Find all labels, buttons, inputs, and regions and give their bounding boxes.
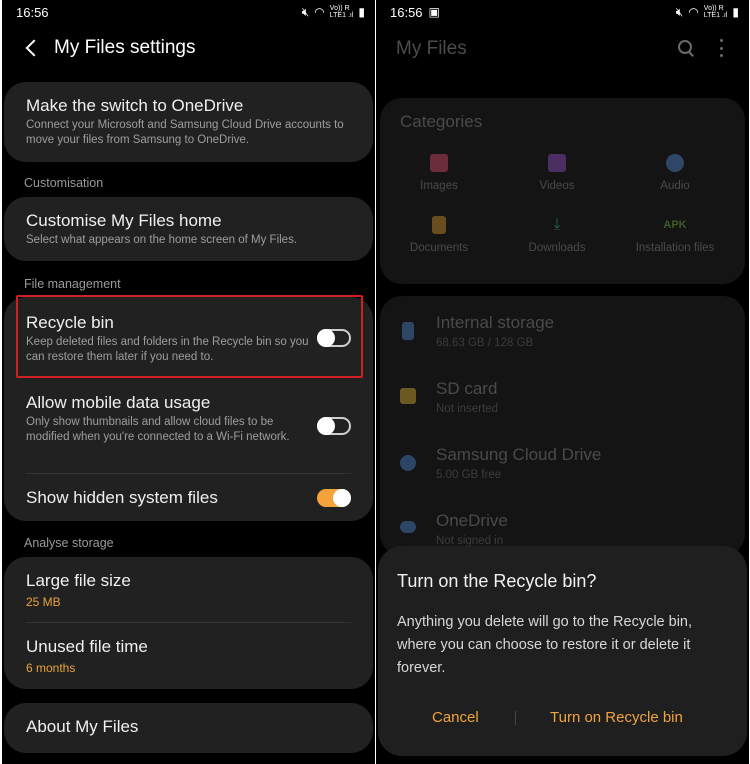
sd-card-icon — [400, 388, 416, 404]
unused-file-title: Unused file time — [26, 637, 148, 656]
my-files-screen: 16:56 ▣ 🔇︎ ◠ Vo)) R LTE1 .ıl ▮ My Files C… — [376, 0, 749, 764]
cloud-icon — [400, 455, 416, 471]
video-icon — [548, 154, 566, 172]
category-documents[interactable]: Documents — [384, 216, 494, 254]
wifi-icon: ◠ — [688, 5, 699, 19]
storage-title: OneDrive — [436, 511, 508, 530]
mobile-data-toggle[interactable] — [317, 417, 351, 435]
storage-sd-card[interactable]: SD card Not inserted — [436, 379, 498, 415]
analyse-storage-card: Large file size 25 MB Unused file time 6… — [4, 557, 373, 689]
onedrive-title: Make the switch to OneDrive — [26, 96, 244, 115]
hidden-files-title: Show hidden system files — [26, 488, 218, 507]
large-file-value: 25 MB — [26, 595, 61, 609]
settings-screen: 16:56 🔇︎ ◠ Vo)) R LTE1 .ıl ▮ My Files set… — [2, 0, 375, 764]
onedrive-card[interactable]: Make the switch to OneDrive Connect your… — [4, 82, 373, 162]
large-file-row[interactable]: Large file size 25 MB — [26, 571, 353, 609]
storage-title: SD card — [436, 379, 498, 398]
network-indicator: Vo)) R LTE1 .ıl — [329, 5, 354, 19]
storage-subtitle: 5.00 GB free — [436, 469, 502, 481]
section-file-management: File management — [24, 277, 121, 291]
category-label: Images — [420, 180, 458, 192]
category-label: Audio — [660, 180, 690, 192]
storage-samsung-cloud[interactable]: Samsung Cloud Drive 5.00 GB free — [436, 445, 601, 481]
category-label: Videos — [539, 180, 575, 192]
mute-icon: 🔇︎ — [675, 5, 684, 19]
category-label: Downloads — [528, 242, 586, 254]
more-options-icon[interactable] — [719, 39, 723, 57]
mobile-data-title: Allow mobile data usage — [26, 393, 211, 412]
onedrive-subtitle: Connect your Microsoft and Samsung Cloud… — [26, 119, 344, 146]
status-bar: 16:56 🔇︎ ◠ Vo)) R LTE1 .ıl ▮ — [2, 0, 375, 24]
category-installation-files[interactable]: APK Installation files — [620, 216, 730, 254]
back-arrow-icon[interactable] — [22, 37, 44, 59]
onedrive-row[interactable]: Make the switch to OneDrive Connect your… — [26, 96, 353, 148]
customise-row[interactable]: Customise My Files home Select what appe… — [26, 211, 353, 248]
mute-icon: 🔇︎ — [301, 5, 310, 19]
categories-title: Categories — [400, 112, 483, 131]
dialog-message: Anything you delete will go to the Recyc… — [397, 614, 693, 676]
apk-icon: APK — [663, 219, 687, 231]
large-file-title: Large file size — [26, 571, 131, 590]
hidden-files-row[interactable]: Show hidden system files — [26, 488, 313, 508]
storage-subtitle: 68.63 GB / 128 GB — [436, 337, 534, 349]
status-bar: 16:56 ▣ 🔇︎ ◠ Vo)) R LTE1 .ıl ▮ — [376, 0, 749, 24]
battery-icon: ▮ — [358, 5, 365, 19]
clock: 16:56 — [16, 4, 49, 20]
mobile-data-row[interactable]: Allow mobile data usage Only show thumbn… — [26, 393, 313, 445]
divider — [26, 473, 351, 474]
customise-subtitle: Select what appears on the home screen o… — [26, 234, 298, 246]
recycle-bin-dialog: Turn on the Recycle bin? Anything you de… — [378, 546, 747, 756]
my-files-header: My Files — [376, 30, 749, 66]
page-title: My Files settings — [54, 37, 196, 58]
section-customisation: Customisation — [24, 176, 104, 190]
category-audio[interactable]: Audio — [620, 154, 730, 192]
battery-icon: ▮ — [732, 5, 739, 19]
section-analyse-storage: Analyse storage — [24, 536, 114, 550]
image-icon — [430, 154, 448, 172]
dialog-title: Turn on the Recycle bin? — [397, 571, 597, 591]
cancel-button[interactable]: Cancel — [432, 709, 479, 726]
download-icon: ⤓ — [553, 216, 561, 233]
button-separator — [515, 711, 516, 725]
storage-title: Internal storage — [436, 313, 555, 332]
customise-card[interactable]: Customise My Files home Select what appe… — [4, 197, 373, 261]
category-label: Documents — [409, 242, 469, 254]
toggle-knob — [333, 489, 351, 507]
search-icon[interactable] — [677, 39, 695, 57]
onedrive-icon — [400, 521, 416, 533]
settings-header: My Files settings — [2, 30, 375, 66]
category-downloads[interactable]: ⤓ Downloads — [502, 216, 612, 254]
highlight-box — [16, 295, 363, 378]
mobile-data-subtitle: Only show thumbnails and allow cloud fil… — [26, 416, 290, 443]
about-title: About My Files — [26, 717, 139, 736]
turn-on-recycle-bin-button[interactable]: Turn on Recycle bin — [550, 709, 683, 726]
clock: 16:56 — [390, 4, 423, 20]
toggle-knob — [317, 417, 335, 435]
document-icon — [432, 216, 446, 234]
category-label: Installation files — [635, 242, 715, 254]
hidden-files-toggle[interactable] — [317, 489, 351, 507]
unused-file-value: 6 months — [26, 661, 76, 675]
unused-file-row[interactable]: Unused file time 6 months — [26, 637, 353, 675]
storage-internal[interactable]: Internal storage 68.63 GB / 128 GB — [436, 313, 554, 349]
phone-storage-icon — [402, 322, 414, 340]
about-card[interactable]: About My Files — [4, 703, 373, 753]
divider — [26, 622, 351, 623]
about-row[interactable]: About My Files — [26, 717, 353, 737]
customise-title: Customise My Files home — [26, 211, 222, 230]
wifi-icon: ◠ — [314, 5, 325, 19]
gallery-notification-icon: ▣ — [428, 5, 440, 19]
storage-subtitle: Not inserted — [436, 403, 499, 415]
page-title: My Files — [396, 38, 467, 59]
music-icon — [666, 154, 684, 172]
category-images[interactable]: Images — [384, 154, 494, 192]
category-videos[interactable]: Videos — [502, 154, 612, 192]
storage-onedrive[interactable]: OneDrive Not signed in — [436, 511, 508, 547]
network-indicator: Vo)) R LTE1 .ıl — [703, 5, 728, 19]
categories-card: Categories Images Videos Audio Documents… — [380, 98, 745, 284]
storage-card: Internal storage 68.63 GB / 128 GB SD ca… — [380, 296, 745, 556]
storage-title: Samsung Cloud Drive — [436, 445, 602, 464]
